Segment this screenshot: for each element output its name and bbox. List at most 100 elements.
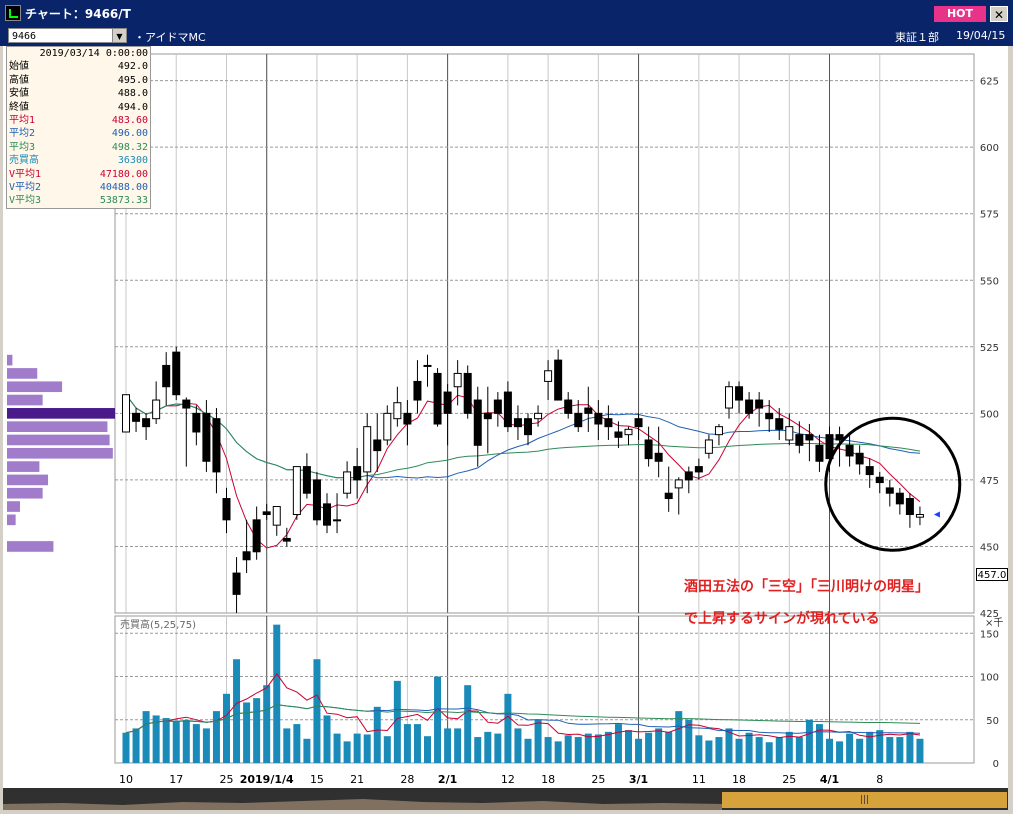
volume-bar [775, 737, 783, 763]
chevron-down-icon[interactable]: ▼ [112, 28, 127, 43]
candle-body [694, 466, 703, 473]
volume-profile-bar [7, 408, 115, 419]
candle-body [272, 506, 281, 526]
candle-body [785, 426, 794, 441]
candle-body [684, 471, 693, 481]
volume-bar [735, 738, 743, 763]
volume-bar [464, 685, 472, 763]
candle-body [624, 428, 633, 436]
window-titlebar: チャート：9466/T HOT ✕ [0, 0, 1013, 26]
candle-body [574, 412, 583, 428]
candle-body [584, 407, 593, 414]
volume-profile-bar [7, 514, 16, 526]
candle-body [192, 412, 201, 433]
candle-body [222, 498, 231, 521]
volume-bar [223, 693, 230, 763]
candle-body [745, 399, 754, 414]
volume-bar [182, 719, 190, 763]
overview-sparkline [3, 799, 722, 810]
candle-body [202, 412, 211, 462]
candle-body [554, 359, 563, 401]
symbol-bar: 9466 ▼ ・アイドマMC 東証１部 19/04/15 [0, 26, 1013, 46]
candle-body [242, 551, 251, 561]
volume-bar [313, 659, 321, 763]
candle-body [312, 479, 321, 521]
volume-bar [826, 738, 833, 763]
candle-body [634, 418, 643, 428]
candle-body [735, 386, 744, 401]
price-ma-line [125, 394, 921, 549]
ohlc-label: 終値 [9, 101, 29, 113]
volume-unit: ×千 [985, 618, 1004, 629]
volume-bar [805, 719, 813, 763]
x-tick-label: 8 [876, 773, 883, 786]
volume-bar [132, 728, 140, 763]
candle-body [765, 412, 774, 420]
volume-tick-label: 100 [980, 673, 999, 684]
candle-body [805, 434, 814, 441]
volume-bar [494, 733, 502, 763]
x-tick-label: 25 [220, 773, 234, 786]
candle-body [564, 399, 573, 414]
volume-bar [846, 733, 854, 763]
volume-bar [765, 742, 773, 763]
candle-body [162, 364, 171, 388]
volume-bar [383, 736, 391, 763]
volume-bar [403, 724, 411, 763]
close-icon[interactable]: ✕ [990, 6, 1008, 22]
candle-body [704, 439, 713, 454]
x-tick-label: 28 [400, 773, 414, 786]
price-tick-label: 625 [980, 77, 999, 88]
candle-body [775, 418, 784, 430]
chart-area[interactable]: 425 450 475 500 525 550 575 600 625 0 50 100 150 10 17… [3, 46, 1008, 788]
volume-bar [444, 728, 452, 763]
candle-body [363, 426, 372, 473]
ohlc-row: V平均2 40488.00 [9, 181, 148, 194]
candle-body [604, 418, 613, 428]
candle-body [885, 487, 894, 494]
hot-button[interactable]: HOT [934, 6, 986, 22]
volume-bar [283, 728, 291, 763]
stock-chart[interactable]: 42545047550052555057560062505010015010 17… [3, 46, 1008, 788]
ohlc-row: 安値 488.0 [9, 87, 148, 100]
x-tick-label: 3/1 [629, 773, 648, 786]
candle-body [875, 476, 884, 484]
candle-body [343, 471, 352, 494]
ohlc-label: 売買高 [9, 155, 39, 167]
candle-body [373, 439, 382, 452]
volume-bar [856, 738, 864, 763]
candle-body [393, 402, 402, 420]
volume-bar [484, 731, 492, 763]
volume-bar [233, 659, 241, 763]
annotation-line-2: で上昇するサインが現れている [684, 611, 880, 627]
volume-bar [323, 715, 331, 763]
volume-bar [413, 724, 421, 763]
scrollbar-thumb[interactable]: ||| [722, 792, 1007, 808]
ohlc-row: V平均1 47180.00 [9, 168, 148, 181]
candle-body [755, 399, 764, 409]
price-tick-label: 600 [980, 143, 999, 154]
volume-bar [122, 732, 130, 763]
candle-body [845, 444, 854, 457]
ohlc-panel: 2019/03/14 0:00:00 始値 492.0 高値 495.0 安値 488.0… [6, 46, 151, 209]
volume-profile-bar [7, 381, 63, 393]
candle-body [403, 412, 412, 425]
volume-bar [172, 721, 180, 763]
volume-bar [504, 693, 512, 763]
candle-body [534, 412, 543, 420]
volume-bar [705, 740, 713, 763]
volume-bar [353, 733, 361, 763]
symbol-code-input[interactable]: 9466 [8, 28, 126, 43]
volume-bar [916, 738, 924, 763]
volume-profile-bar [7, 354, 13, 366]
market-label: 東証１部 [895, 31, 939, 44]
last-candle-arrow [933, 511, 940, 518]
candle-body [905, 498, 914, 516]
ohlc-value: 488.0 [117, 88, 148, 100]
candle-body [473, 399, 482, 446]
price-tick-label: 475 [980, 476, 999, 487]
ohlc-value: 36300 [117, 155, 148, 167]
volume-bar [625, 730, 632, 763]
volume-bar [655, 728, 663, 763]
candle-body [503, 391, 512, 428]
